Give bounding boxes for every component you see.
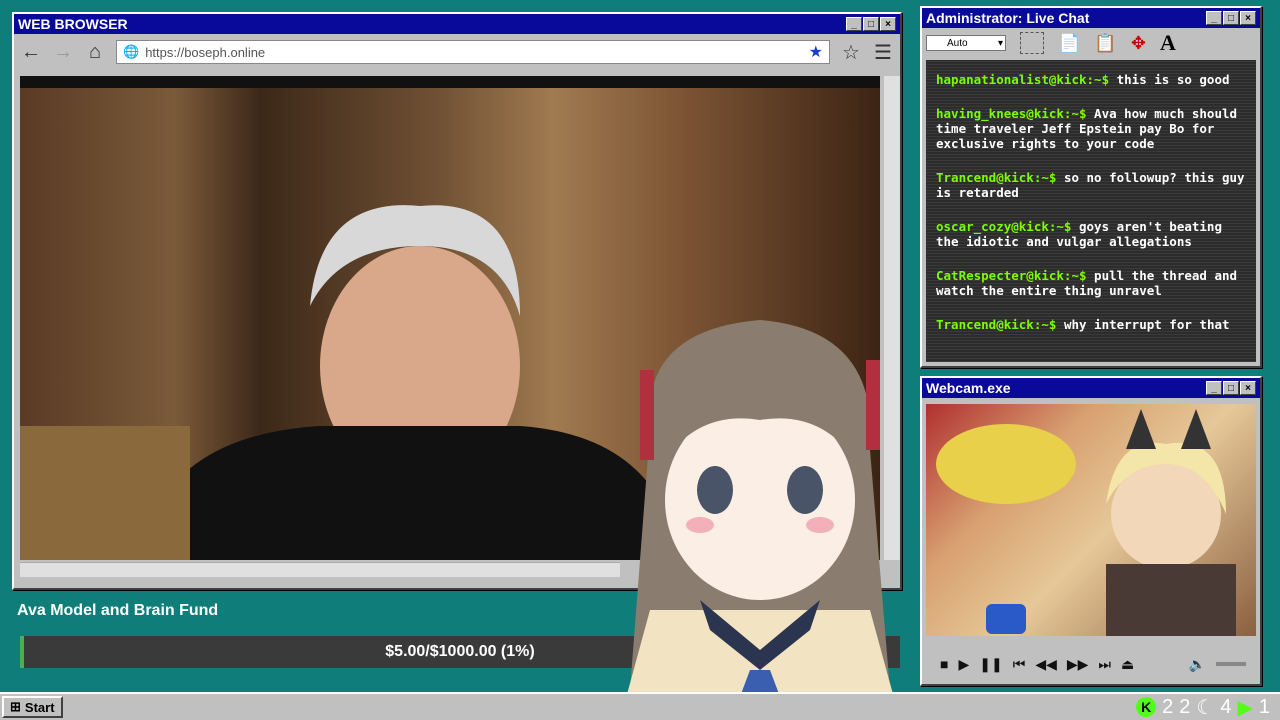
tray-count-2: 2 (1179, 695, 1191, 718)
chat-text: why interrupt for that (1063, 317, 1230, 332)
chat-title: Administrator: Live Chat (926, 10, 1090, 26)
play-icon[interactable]: ▶ (958, 656, 969, 673)
chat-message: oscar_cozy@kick:~$ goys aren't beating t… (936, 219, 1246, 249)
chat-close-button[interactable]: × (1240, 11, 1256, 25)
volume-slider[interactable] (1216, 662, 1246, 666)
move-icon[interactable]: ✥ (1131, 33, 1146, 54)
chat-maximize-button[interactable]: □ (1223, 11, 1239, 25)
back-icon[interactable]: ← (20, 41, 42, 64)
forward-icon[interactable]: → (52, 41, 74, 64)
tray-count-4: 1 (1258, 695, 1270, 718)
webcam-minimize-button[interactable]: _ (1206, 381, 1222, 395)
skip-back-icon[interactable]: ⏮ (1013, 656, 1026, 673)
font-icon[interactable]: A (1160, 30, 1176, 56)
chat-username[interactable]: hapanationalist@kick:~$ (936, 72, 1109, 87)
close-button[interactable]: × (880, 17, 896, 31)
chat-text: this is so good (1116, 72, 1230, 87)
home-icon[interactable]: ⌂ (84, 41, 106, 64)
horizontal-scrollbar[interactable] (20, 562, 620, 577)
browser-toolbar: ← → ⌂ 🌐 https://boseph.online ★ ☆ ☰ (14, 34, 900, 70)
rewind-icon[interactable]: ◀◀ (1035, 656, 1057, 673)
chat-username[interactable]: having_knees@kick:~$ (936, 106, 1087, 121)
webcam-feed (926, 404, 1256, 636)
webcam-maximize-button[interactable]: □ (1223, 381, 1239, 395)
fund-title: Ava Model and Brain Fund (17, 602, 219, 619)
webcam-title: Webcam.exe (926, 380, 1011, 396)
maximize-button[interactable]: □ (863, 17, 879, 31)
webcam-window: Webcam.exe _ □ × ■ ▶ ❚❚ ⏮ ◀◀ ▶▶ ⏭ ⏏ 🔈 (920, 376, 1262, 686)
chat-username[interactable]: CatRespecter@kick:~$ (936, 268, 1087, 283)
eject-icon[interactable]: ⏏ (1121, 656, 1134, 673)
skip-forward-icon[interactable]: ⏭ (1098, 656, 1111, 673)
pause-icon[interactable]: ❚❚ (979, 656, 1002, 673)
chat-message: CatRespecter@kick:~$ pull the thread and… (936, 268, 1246, 298)
copy-icon[interactable]: 📄 (1058, 33, 1080, 54)
browser-title: WEB BROWSER (18, 16, 128, 32)
vtuber-avatar (620, 320, 900, 720)
chat-message: Trancend@kick:~$ why interrupt for that (936, 317, 1246, 332)
kick-icon[interactable]: K (1136, 697, 1157, 717)
globe-icon: 🌐 (123, 44, 140, 59)
play-circle-icon[interactable]: ▶ (1237, 695, 1252, 720)
font-size-select[interactable]: Auto ▾ (926, 35, 1006, 51)
chat-log[interactable]: hapanationalist@kick:~$ this is so good h… (926, 60, 1256, 362)
taskbar: ⊞ Start K 2 2 ☾ 4 ▶ 1 (0, 692, 1280, 720)
fast-forward-icon[interactable]: ▶▶ (1067, 656, 1089, 673)
moon-icon[interactable]: ☾ (1196, 695, 1214, 720)
windows-logo-icon: ⊞ (10, 699, 21, 714)
start-button[interactable]: ⊞ Start (2, 696, 63, 718)
stop-icon[interactable]: ■ (940, 656, 948, 672)
chat-titlebar[interactable]: Administrator: Live Chat _ □ × (922, 8, 1260, 28)
webcam-close-button[interactable]: × (1240, 381, 1256, 395)
address-bar[interactable]: 🌐 https://boseph.online ★ (116, 40, 830, 64)
webcam-character-art (936, 409, 1236, 636)
chat-minimize-button[interactable]: _ (1206, 11, 1222, 25)
tray-count-3: 4 (1220, 695, 1232, 718)
chat-username[interactable]: Trancend@kick:~$ (936, 170, 1056, 185)
chat-message: Trancend@kick:~$ so no followup? this gu… (936, 170, 1246, 200)
chat-message: hapanationalist@kick:~$ this is so good (936, 72, 1246, 87)
browser-titlebar[interactable]: WEB BROWSER _ □ × (14, 14, 900, 34)
media-player-controls: ■ ▶ ❚❚ ⏮ ◀◀ ▶▶ ⏭ ⏏ 🔈 (926, 650, 1256, 678)
menu-icon[interactable]: ☰ (872, 40, 894, 65)
volume-icon[interactable]: 🔈 (1189, 656, 1206, 673)
select-icon[interactable] (1020, 32, 1044, 54)
system-tray: K 2 2 ☾ 4 ▶ 1 (1136, 695, 1280, 720)
tray-count-1: 2 (1162, 695, 1174, 718)
chat-window: Administrator: Live Chat _ □ × Auto ▾ 📄 📋… (920, 6, 1262, 368)
star-icon[interactable]: ★ (809, 42, 823, 62)
url-text: https://boseph.online (145, 44, 266, 60)
minimize-button[interactable]: _ (846, 17, 862, 31)
chat-username[interactable]: Trancend@kick:~$ (936, 317, 1056, 332)
bookmark-icon[interactable]: ☆ (840, 40, 862, 65)
paste-icon[interactable]: 📋 (1094, 33, 1116, 54)
chat-username[interactable]: oscar_cozy@kick:~$ (936, 219, 1071, 234)
chat-message: having_knees@kick:~$ Ava how much should… (936, 106, 1246, 151)
webcam-titlebar[interactable]: Webcam.exe _ □ × (922, 378, 1260, 398)
chat-toolbar: Auto ▾ 📄 📋 ✥ A (922, 28, 1260, 58)
